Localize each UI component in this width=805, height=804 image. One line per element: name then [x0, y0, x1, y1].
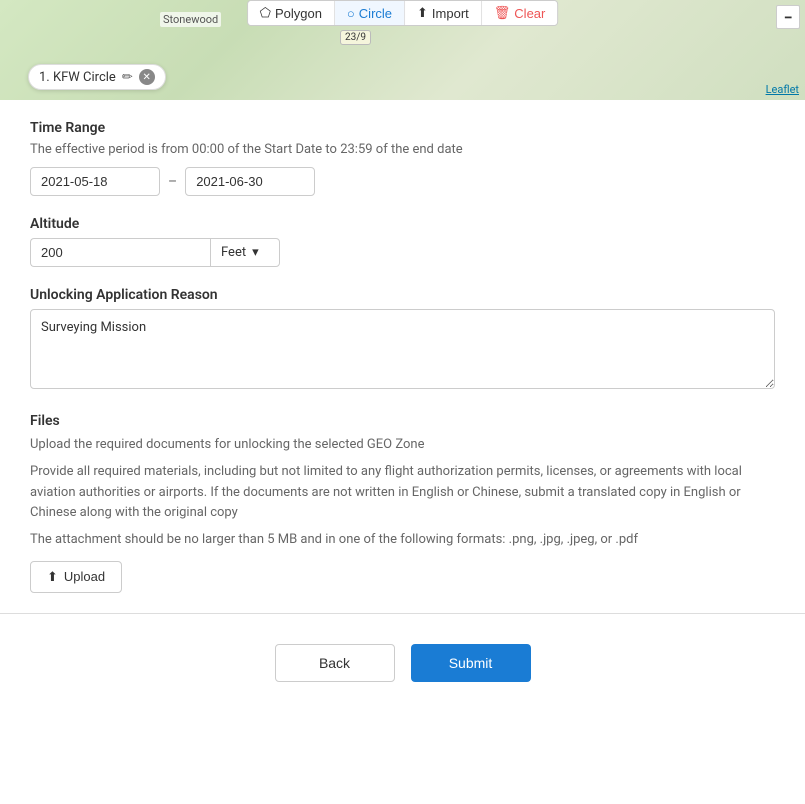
- map-place-label: Stonewood: [160, 12, 221, 27]
- circle-label: Circle: [359, 6, 392, 21]
- circle-icon: ○: [347, 6, 355, 21]
- altitude-unit-label: Feet: [221, 245, 246, 260]
- reason-label: Unlocking Application Reason: [30, 287, 775, 303]
- date-row: –: [30, 167, 775, 196]
- start-date-input[interactable]: [30, 167, 160, 196]
- divider: [0, 613, 805, 614]
- import-tool-button[interactable]: ⬆ Import: [405, 1, 482, 25]
- files-desc-2: Provide all required materials, includin…: [30, 462, 775, 524]
- time-range-section: Time Range The effective period is from …: [30, 120, 775, 196]
- kfw-badge-text: 1. KFW Circle: [39, 70, 116, 85]
- main-content: Time Range The effective period is from …: [0, 100, 805, 732]
- date-separator: –: [168, 174, 177, 190]
- end-date-input[interactable]: [185, 167, 315, 196]
- chevron-down-icon: ▾: [252, 245, 259, 260]
- upload-icon: ⬆: [47, 569, 58, 585]
- zoom-out-button[interactable]: −: [776, 5, 800, 29]
- files-label: Files: [30, 413, 775, 429]
- altitude-input[interactable]: [30, 238, 210, 267]
- altitude-section: Altitude Feet ▾: [30, 216, 775, 267]
- upload-label: Upload: [64, 569, 105, 584]
- map-toolbar: ⬠ Polygon ○ Circle ⬆ Import 🗑 Clear: [247, 0, 559, 26]
- files-desc-3: The attachment should be no larger than …: [30, 530, 775, 551]
- back-button[interactable]: Back: [275, 644, 395, 682]
- altitude-label: Altitude: [30, 216, 775, 232]
- reason-section: Unlocking Application Reason Surveying M…: [30, 287, 775, 393]
- altitude-row: Feet ▾: [30, 238, 775, 267]
- time-range-hint: The effective period is from 00:00 of th…: [30, 142, 775, 157]
- import-label: Import: [432, 6, 469, 21]
- files-section: Files Upload the required documents for …: [30, 413, 775, 593]
- clear-icon: 🗑: [494, 5, 511, 21]
- map-container: ⬠ Polygon ○ Circle ⬆ Import 🗑 Clear Ston…: [0, 0, 805, 100]
- road-number-badge: 23/9: [340, 30, 371, 45]
- time-range-label: Time Range: [30, 120, 775, 136]
- edit-icon[interactable]: ✏: [122, 70, 133, 85]
- files-desc-1: Upload the required documents for unlock…: [30, 435, 775, 456]
- clear-tool-button[interactable]: 🗑 Clear: [482, 1, 558, 25]
- circle-tool-button[interactable]: ○ Circle: [335, 1, 405, 25]
- reason-textarea[interactable]: Surveying Mission: [30, 309, 775, 389]
- polygon-icon: ⬠: [260, 5, 271, 21]
- close-icon[interactable]: ✕: [139, 69, 155, 85]
- polygon-tool-button[interactable]: ⬠ Polygon: [248, 1, 335, 25]
- polygon-label: Polygon: [275, 6, 322, 21]
- clear-label: Clear: [514, 6, 545, 21]
- map-background: ⬠ Polygon ○ Circle ⬆ Import 🗑 Clear Ston…: [0, 0, 805, 100]
- kfw-circle-badge: 1. KFW Circle ✏ ✕: [28, 64, 166, 90]
- submit-button[interactable]: Submit: [411, 644, 531, 682]
- bottom-actions: Back Submit: [30, 634, 775, 712]
- altitude-unit-select[interactable]: Feet ▾: [210, 238, 280, 267]
- import-icon: ⬆: [417, 5, 428, 21]
- upload-button[interactable]: ⬆ Upload: [30, 561, 122, 593]
- leaflet-link[interactable]: Leaflet: [766, 83, 799, 96]
